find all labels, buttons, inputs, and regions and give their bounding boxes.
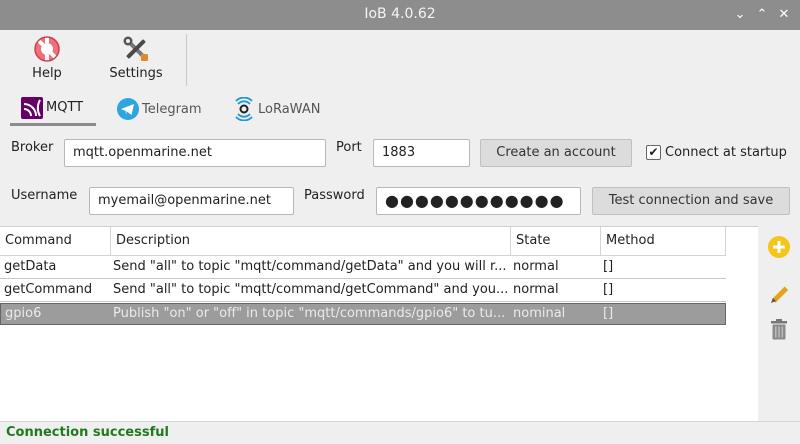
cell-method: [] [603,259,614,274]
cell-command: getData [4,259,57,274]
close-button[interactable]: ✕ [774,5,794,25]
username-label: Username [11,188,78,203]
test-connection-button[interactable]: Test connection and save [592,187,790,215]
help-button[interactable]: Help [22,34,72,81]
col-command[interactable]: Command [0,227,111,255]
cell-description: Send "all" to topic "mqtt/command/getCom… [113,282,509,297]
port-label: Port [336,140,362,155]
status-bar: Connection successful [0,421,800,444]
maximize-button[interactable]: ⌃ [752,5,772,25]
table-row-selected[interactable]: gpio6 Publish "on" or "off" in topic "mq… [0,303,726,325]
table-row[interactable]: getCommand Send "all" to topic "mqtt/com… [0,280,726,302]
create-account-button[interactable]: Create an account [480,139,632,167]
toolbar-separator [186,34,187,86]
cell-state: normal [513,259,559,274]
password-label: Password [304,188,365,203]
cell-state: normal [513,282,559,297]
settings-icon [123,36,148,61]
delete-icon[interactable] [766,316,792,342]
connect-startup-checkbox[interactable]: ✔ [646,145,661,160]
lorawan-icon [235,97,253,121]
cell-description: Send "all" to topic "mqtt/command/getDat… [113,259,507,274]
tab-mqtt[interactable]: MQTT [10,92,96,126]
cell-method: [] [603,306,614,321]
cell-method: [] [603,282,614,297]
table-row[interactable]: getData Send "all" to topic "mqtt/comman… [0,257,726,279]
edit-icon[interactable] [766,282,792,308]
password-input[interactable]: ●●●●●●●●●●●● [376,187,581,215]
title-bar: IoB 4.0.62 ⌄ ⌃ ✕ [0,0,800,30]
window-title: IoB 4.0.62 [364,6,436,22]
help-icon [34,36,60,62]
broker-label: Broker [11,140,54,155]
commands-table: Command Description State Method getData… [0,226,758,421]
tab-mqtt-label: MQTT [46,100,84,115]
tab-telegram-label: Telegram [142,101,202,117]
col-method[interactable]: Method [601,227,726,255]
tab-lorawan[interactable]: LoRaWAN [232,92,320,126]
username-input[interactable]: myemail@openmarine.net [89,187,294,215]
cell-command: getCommand [4,282,93,297]
col-description[interactable]: Description [111,227,511,255]
help-label: Help [32,66,62,81]
tab-lorawan-label: LoRaWAN [258,101,321,117]
connect-startup-label: Connect at startup [665,145,787,160]
tab-telegram[interactable]: Telegram [116,92,202,126]
cell-command: gpio6 [5,306,42,321]
tab-bar: MQTT Telegram LoRaWAN [0,92,800,128]
col-state[interactable]: State [511,227,601,255]
table-header: Command Description State Method [0,227,726,256]
settings-label: Settings [109,66,163,81]
port-input[interactable]: 1883 [373,139,470,167]
table-actions [758,226,800,421]
cell-description: Publish "on" or "off" in topic "mqtt/com… [113,306,506,321]
status-text: Connection successful [6,425,169,440]
mqtt-icon [21,96,43,119]
cell-state: nominal [513,306,566,321]
minimize-button[interactable]: ⌄ [730,5,750,25]
add-icon[interactable] [766,234,792,260]
broker-input[interactable]: mqtt.openmarine.net [64,139,326,167]
toolbar: Help Settings [0,30,800,88]
settings-button[interactable]: Settings [106,34,166,81]
telegram-icon [117,98,139,120]
